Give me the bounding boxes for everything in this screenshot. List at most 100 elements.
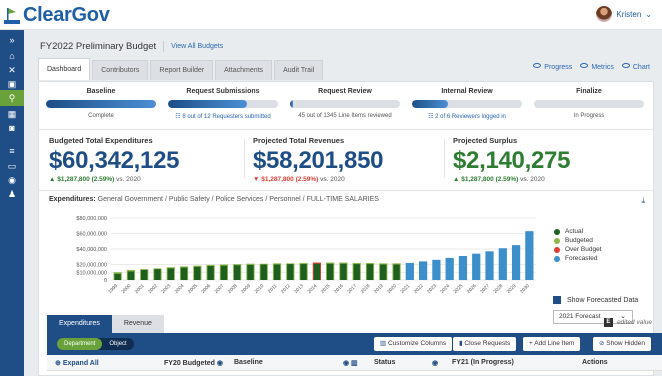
eye-icon — [580, 63, 589, 68]
show-hidden-button[interactable]: ⊘ Show Hidden — [593, 337, 651, 351]
pill-department[interactable]: Department — [57, 338, 103, 350]
users-icon[interactable]: ♟ — [4, 188, 20, 200]
stage-progress-fill — [168, 100, 248, 108]
column-fy20-budgeted[interactable]: FY20 Budgeted ◉ — [164, 359, 223, 367]
forecast-select-value: 2021 Forecast — [559, 313, 601, 320]
stage-progress-bar — [168, 100, 278, 108]
bottom-tabs: Expenditures Revenue — [47, 315, 164, 333]
x-tick-label: 2023 — [426, 283, 438, 295]
bar-actual — [194, 266, 201, 280]
column-label: FY20 Budgeted — [164, 360, 215, 367]
tab-bar: Dashboard Contributors Report Builder At… — [38, 58, 324, 80]
download-icon[interactable]: ⤓ — [641, 196, 645, 206]
column-fy21[interactable]: FY21 (In Progress) — [452, 359, 514, 366]
button-label: Customize Columns — [387, 340, 447, 347]
close-requests-button[interactable]: ▮ Close Requests — [453, 337, 517, 351]
change-amount: $1,287,800 (2.59%) — [57, 176, 115, 183]
legend-label: Forecasted — [565, 255, 598, 262]
total-label: Projected Surplus — [453, 136, 518, 145]
bar-actual — [380, 264, 387, 280]
document-icon[interactable]: ◙ — [4, 122, 20, 134]
user-menu[interactable]: Kristen ⌄ — [596, 6, 652, 22]
view-all-budgets-link[interactable]: View All Budgets — [171, 43, 223, 50]
expand-sidebar-icon[interactable]: » — [4, 34, 20, 46]
customize-columns-button[interactable]: ▥ Customize Columns — [374, 337, 453, 351]
tab-dashboard[interactable]: Dashboard — [38, 58, 91, 80]
bar-actual — [114, 273, 121, 280]
chart-toggle-label: Chart — [632, 64, 650, 71]
stage-status-link[interactable]: ☷ 8 out of 12 Requesters submitted — [163, 113, 283, 120]
x-tick-label: 2022 — [413, 283, 425, 295]
button-label: Show Hidden — [606, 340, 645, 347]
eye-icon[interactable]: ◉ — [432, 359, 438, 367]
chart-toggle[interactable]: Chart — [621, 63, 650, 71]
tab-expenditures[interactable]: Expenditures — [47, 315, 112, 333]
tab-audit-trail[interactable]: Audit Trail — [274, 60, 324, 80]
org-chart-icon[interactable]: ⚲ — [0, 90, 24, 106]
progress-toggle[interactable]: Progress — [533, 63, 572, 71]
page-title: FY2022 Preliminary Budget — [40, 40, 157, 52]
total-expenditures: Budgeted Total Expenditures $60,342,125 … — [49, 136, 249, 183]
up-arrow-icon: ▲ — [49, 176, 56, 183]
table-toolbar: Department Object ▥ Customize Columns ▮ … — [47, 333, 662, 355]
metrics-toggle[interactable]: Metrics — [580, 63, 614, 71]
breadcrumb-path[interactable]: General Government / Public Safety / Pol… — [98, 196, 379, 203]
legend-over-budget: Over Budget — [554, 246, 602, 253]
bar-actual — [300, 264, 307, 280]
home-icon[interactable]: ⌂ — [4, 50, 20, 62]
tab-revenue[interactable]: Revenue — [111, 315, 164, 333]
stage-status: In Progress — [573, 113, 605, 119]
y-tick-label: $80,000,000 — [76, 216, 107, 222]
checkbox[interactable] — [553, 296, 561, 304]
cleargov-logo[interactable]: ClearGov — [4, 3, 110, 27]
database-icon[interactable]: ≡ — [4, 145, 20, 157]
x-tick-label: 2015 — [320, 283, 332, 295]
title-row: FY2022 Preliminary Budget View All Budge… — [40, 39, 223, 53]
tab-contributors[interactable]: Contributors — [92, 60, 149, 80]
button-label: + Add Line Item — [529, 340, 575, 347]
expand-all-button[interactable]: ⊕ Expand All — [55, 359, 99, 367]
x-tick-label: 2016 — [333, 283, 345, 295]
chat-icon[interactable]: ◉ — [4, 174, 20, 186]
legend-swatch — [554, 228, 560, 235]
sidebar: » ⌂ ✕ ▣ ⚲ ▦ ◙ ≡ ▭ ◉ ♟ — [0, 30, 24, 376]
bar-forecasted — [458, 255, 468, 280]
column-actions-icons[interactable]: ◉ ▥ — [343, 359, 358, 367]
legend-swatch — [554, 255, 560, 262]
column-baseline[interactable]: Baseline — [234, 359, 263, 366]
show-forecast-toggle[interactable]: Show Forecasted Data — [553, 296, 638, 304]
stage-finalize: Finalize In Progress — [529, 88, 649, 119]
x-tick-label: 2001 — [134, 283, 146, 295]
calculator-icon[interactable]: ▣ — [4, 78, 20, 90]
column-status[interactable]: Status — [374, 359, 395, 366]
tab-report-builder[interactable]: Report Builder — [150, 60, 214, 80]
legend-budgeted: Budgeted — [554, 237, 593, 244]
eye-icon — [621, 63, 630, 68]
add-line-item-button[interactable]: + Add Line Item — [523, 337, 581, 351]
chevron-down-icon: ⌄ — [645, 9, 652, 19]
bar-actual — [393, 264, 400, 280]
tab-attachments[interactable]: Attachments — [215, 60, 273, 80]
column-label: Actions — [582, 359, 608, 366]
pill-object[interactable]: Object — [102, 338, 133, 350]
divider — [39, 129, 653, 130]
column-label: Expand All — [62, 360, 99, 367]
x-tick-label: 2014 — [306, 283, 318, 295]
y-tick-label: $40,000,000 — [76, 247, 107, 253]
view-toggle-links: Progress Metrics Chart — [533, 63, 650, 71]
stage-status-link[interactable]: ☷ 2 of 6 Reviewers logged in — [407, 113, 527, 120]
breadcrumb: Expenditures: General Government / Publi… — [49, 196, 379, 203]
legend-label: Actual — [565, 228, 584, 235]
main-content: FY2022 Preliminary Budget View All Budge… — [24, 30, 662, 376]
tools-icon[interactable]: ✕ — [4, 64, 20, 76]
logo-text: ClearGov — [23, 3, 110, 26]
y-tick-label: $20,000,000 — [76, 263, 107, 269]
monitor-icon[interactable]: ▭ — [4, 160, 20, 172]
stage-status: 45 out of 1345 Line Items reviewed — [298, 113, 392, 119]
x-tick-label: 2003 — [160, 283, 172, 295]
down-arrow-icon: ▼ — [253, 176, 260, 183]
total-value: $60,342,125 — [49, 147, 180, 174]
x-tick-label: 2019 — [373, 283, 385, 295]
gift-icon[interactable]: ▦ — [4, 108, 20, 120]
plus-circle-icon: ⊕ — [55, 360, 63, 367]
